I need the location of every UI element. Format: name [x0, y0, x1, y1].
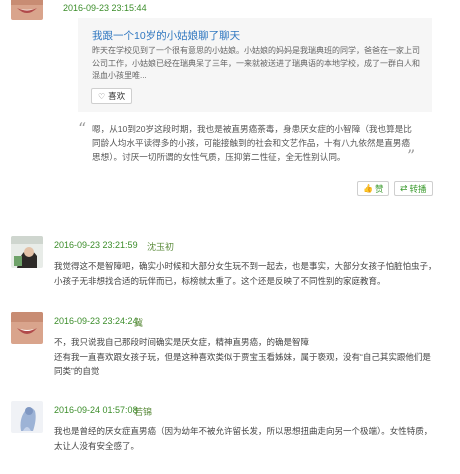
- post-timestamp: 2016-09-23 23:15:44: [63, 3, 147, 13]
- comment-text: 我也是曾经的厌女症直男癌（因为幼年不被允许留长发，所以思想扭曲走向另一个极端）。…: [54, 426, 433, 451]
- comment-text: 我觉得这不是智障吧，确实小时候和大部分女生玩不到一起去，也是事实，大部分女孩子怕…: [54, 261, 437, 286]
- upvote-button[interactable]: 👍 赞: [357, 181, 390, 196]
- open-quote-icon: “: [78, 119, 87, 138]
- thumbs-up-icon: 👍: [363, 184, 373, 193]
- comment-username[interactable]: 沈玉初: [147, 240, 174, 253]
- comment-timestamp: 2016-09-24 01:57:08: [54, 405, 138, 415]
- comment-timestamp: 2016-09-23 23:24:24: [54, 316, 138, 326]
- comment-username[interactable]: 冀: [134, 316, 143, 329]
- post-quote-text: 嗯，从10到20岁这段时期，我也是被直男癌荼毒，身患厌女症的小智障（我也算是比同…: [92, 124, 412, 162]
- avatar[interactable]: [11, 401, 43, 433]
- upvote-label: 赞: [374, 183, 384, 194]
- comment-username[interactable]: 若锦: [134, 405, 152, 418]
- shared-article-summary: 昨天在学校见到了一个很有意思的小姑娘。小姑娘的妈妈是我瑞典班的同学，爸爸在一家上…: [92, 46, 420, 80]
- repost-button[interactable]: ⇄ 转播: [394, 181, 433, 196]
- repost-label: 转播: [409, 183, 427, 194]
- comment-text: 不，我只说我自己那段时间确实是厌女症，精神直男癌，的确是智障 还有我一直喜欢跟女…: [54, 337, 431, 376]
- like-label: 喜欢: [108, 91, 126, 101]
- heart-icon: ♡: [98, 91, 106, 101]
- avatar[interactable]: [11, 0, 43, 20]
- comment-timestamp: 2016-09-23 23:21:59: [54, 240, 138, 250]
- repost-icon: ⇄: [400, 183, 408, 193]
- avatar[interactable]: [11, 312, 43, 344]
- shared-article-title[interactable]: 我跟一个10岁的小姑娘聊了聊天: [92, 28, 240, 43]
- avatar[interactable]: [11, 236, 43, 268]
- shared-article-card[interactable]: 我跟一个10岁的小姑娘聊了聊天 昨天在学校见到了一个很有意思的小姑娘。小姑娘的妈…: [78, 18, 432, 112]
- like-button[interactable]: ♡ 喜欢: [91, 88, 133, 104]
- close-quote-icon: ”: [407, 146, 416, 165]
